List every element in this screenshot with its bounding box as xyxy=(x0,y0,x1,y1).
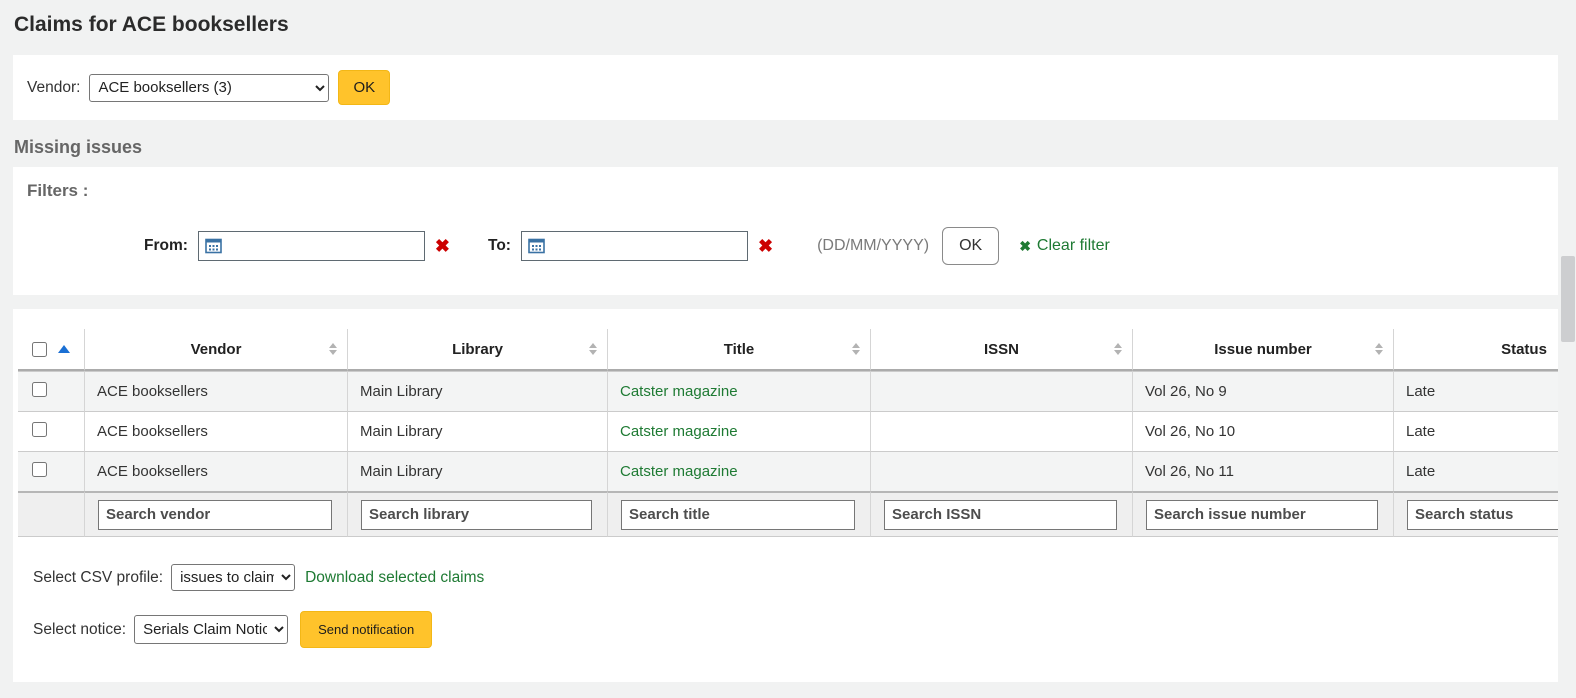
sort-both-icon[interactable] xyxy=(329,343,337,355)
search-library-input[interactable] xyxy=(361,500,592,530)
to-date-input[interactable] xyxy=(551,234,750,258)
clear-filter-label: Clear filter xyxy=(1037,237,1110,255)
table-row: ACE booksellers Main Library Catster mag… xyxy=(18,371,1558,411)
claims-table-panel: Vendor Library Title ISSN Issue number S… xyxy=(13,309,1558,682)
csv-export-row: Select CSV profile: issues to claim Down… xyxy=(33,564,1558,591)
search-issn-input[interactable] xyxy=(884,500,1117,530)
notice-label: Select notice: xyxy=(33,621,126,639)
notice-row: Select notice: Serials Claim Notice Send… xyxy=(33,611,1558,648)
vendor-select[interactable]: ACE booksellers (3) xyxy=(89,74,329,102)
from-date-field[interactable] xyxy=(198,231,425,261)
library-cell: Main Library xyxy=(347,451,607,491)
page-title: Claims for ACE booksellers xyxy=(0,0,1576,43)
search-row-spacer xyxy=(18,491,84,537)
vendor-cell: ACE booksellers xyxy=(84,451,347,491)
vendor-ok-button[interactable]: OK xyxy=(338,70,390,105)
row-select-cell xyxy=(18,371,84,411)
table-row: ACE booksellers Main Library Catster mag… xyxy=(18,451,1558,491)
row-select-cell xyxy=(18,451,84,491)
sort-both-icon[interactable] xyxy=(1114,343,1122,355)
to-date-field[interactable] xyxy=(521,231,748,261)
calendar-icon[interactable] xyxy=(205,238,222,254)
column-header-status[interactable]: Status xyxy=(1393,329,1558,371)
issue-number-cell: Vol 26, No 10 xyxy=(1132,411,1393,451)
issn-cell xyxy=(870,411,1132,451)
clear-from-date-icon[interactable]: ✖ xyxy=(435,237,450,255)
select-all-header xyxy=(18,329,84,371)
calendar-icon[interactable] xyxy=(528,238,545,254)
library-cell: Main Library xyxy=(347,411,607,451)
issn-cell xyxy=(870,371,1132,411)
row-checkbox[interactable] xyxy=(32,382,47,397)
date-format-hint: (DD/MM/YYYY) xyxy=(817,237,929,255)
clear-filter-x-icon: ✖ xyxy=(1019,239,1031,253)
missing-issues-heading: Missing issues xyxy=(14,137,1562,158)
library-cell: Main Library xyxy=(347,371,607,411)
clear-filter-link[interactable]: ✖ Clear filter xyxy=(1019,237,1110,255)
title-link[interactable]: Catster magazine xyxy=(620,383,738,400)
vendor-cell: ACE booksellers xyxy=(84,371,347,411)
status-cell: Late xyxy=(1393,451,1558,491)
send-notification-button[interactable]: Send notification xyxy=(300,611,432,648)
search-status-input[interactable] xyxy=(1407,500,1558,530)
clear-to-date-icon[interactable]: ✖ xyxy=(758,237,773,255)
sort-both-icon[interactable] xyxy=(589,343,597,355)
status-cell: Late xyxy=(1393,371,1558,411)
status-cell: Late xyxy=(1393,411,1558,451)
sort-both-icon[interactable] xyxy=(852,343,860,355)
csv-profile-select[interactable]: issues to claim xyxy=(171,564,295,591)
search-vendor-input[interactable] xyxy=(98,500,332,530)
row-checkbox[interactable] xyxy=(32,422,47,437)
scrollbar-thumb[interactable] xyxy=(1561,256,1575,342)
filters-panel: Filters : From: ✖ To: ✖ (DD/MM/YYYY) OK … xyxy=(13,167,1558,295)
column-header-vendor[interactable]: Vendor xyxy=(84,329,347,371)
claims-table: Vendor Library Title ISSN Issue number S… xyxy=(18,329,1558,537)
column-header-issue-number[interactable]: Issue number xyxy=(1132,329,1393,371)
sort-both-icon[interactable] xyxy=(1375,343,1383,355)
issue-number-cell: Vol 26, No 11 xyxy=(1132,451,1393,491)
notice-select[interactable]: Serials Claim Notice xyxy=(134,615,288,644)
from-label: From: xyxy=(144,237,188,255)
column-header-issn[interactable]: ISSN xyxy=(870,329,1132,371)
table-header-row: Vendor Library Title ISSN Issue number S… xyxy=(18,329,1558,371)
to-label: To: xyxy=(488,237,511,255)
issue-number-cell: Vol 26, No 9 xyxy=(1132,371,1393,411)
scrollbar-track xyxy=(1559,0,1576,698)
table-search-row xyxy=(18,491,1558,537)
csv-profile-label: Select CSV profile: xyxy=(33,569,163,587)
from-date-input[interactable] xyxy=(228,234,427,258)
filters-heading: Filters : xyxy=(27,181,1544,201)
vendor-cell: ACE booksellers xyxy=(84,411,347,451)
filter-row: From: ✖ To: ✖ (DD/MM/YYYY) OK ✖ Clear fi… xyxy=(27,227,1544,265)
title-cell: Catster magazine xyxy=(607,451,870,491)
row-select-cell xyxy=(18,411,84,451)
filter-ok-button[interactable]: OK xyxy=(942,227,999,265)
column-header-library[interactable]: Library xyxy=(347,329,607,371)
issn-cell xyxy=(870,451,1132,491)
vendor-label: Vendor: xyxy=(27,79,80,97)
title-cell: Catster magazine xyxy=(607,371,870,411)
table-row: ACE booksellers Main Library Catster mag… xyxy=(18,411,1558,451)
download-selected-claims-link[interactable]: Download selected claims xyxy=(305,569,484,587)
title-cell: Catster magazine xyxy=(607,411,870,451)
title-link[interactable]: Catster magazine xyxy=(620,463,738,480)
select-all-checkbox[interactable] xyxy=(32,342,47,357)
row-checkbox[interactable] xyxy=(32,462,47,477)
sort-ascending-icon[interactable] xyxy=(58,345,70,353)
search-title-input[interactable] xyxy=(621,500,855,530)
vendor-form: Vendor: ACE booksellers (3) OK xyxy=(13,55,1558,120)
search-issue-number-input[interactable] xyxy=(1146,500,1378,530)
column-header-title[interactable]: Title xyxy=(607,329,870,371)
title-link[interactable]: Catster magazine xyxy=(620,423,738,440)
